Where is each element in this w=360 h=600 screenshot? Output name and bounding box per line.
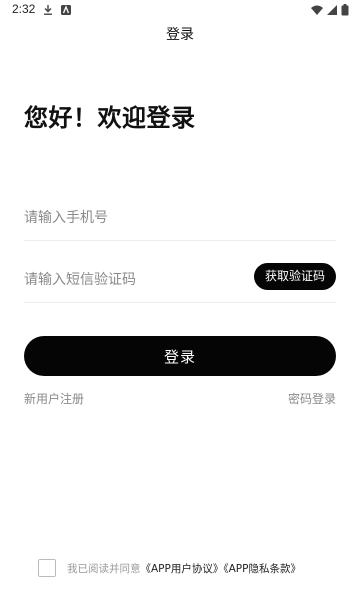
phone-field — [24, 196, 336, 241]
agreement-text: 我已阅读并同意《APP用户协议》《APP隐私条款》 — [67, 561, 301, 576]
user-agreement-link[interactable]: 《APP用户协议》 — [141, 563, 224, 575]
app-notification-icon — [61, 5, 71, 15]
agreement-prefix: 我已阅读并同意 — [67, 563, 141, 575]
download-icon — [44, 5, 52, 15]
welcome-heading: 您好！欢迎登录 — [24, 104, 196, 132]
register-link[interactable]: 新用户注册 — [24, 390, 84, 407]
agreement-row: 我已阅读并同意《APP用户协议》《APP隐私条款》 — [38, 559, 338, 579]
phone-input[interactable] — [24, 204, 244, 232]
battery-icon — [341, 4, 349, 16]
privacy-policy-link[interactable]: 《APP隐私条款》 — [223, 563, 301, 575]
signal-icon — [327, 5, 337, 15]
sms-code-field: 获取验证码 — [24, 258, 336, 303]
agreement-checkbox[interactable] — [38, 559, 56, 577]
sms-code-input[interactable] — [24, 266, 244, 294]
password-login-link[interactable]: 密码登录 — [288, 390, 336, 407]
wifi-icon — [311, 5, 323, 15]
get-code-button[interactable]: 获取验证码 — [253, 263, 336, 290]
status-time: 2:32 — [12, 2, 36, 16]
login-button[interactable]: 登录 — [24, 336, 336, 376]
login-screen: 2:32 登录 您好！欢迎登录 获取验证码 登录 新用户 — [0, 0, 360, 600]
status-bar: 2:32 — [0, 0, 360, 20]
page-title: 登录 — [166, 27, 194, 43]
